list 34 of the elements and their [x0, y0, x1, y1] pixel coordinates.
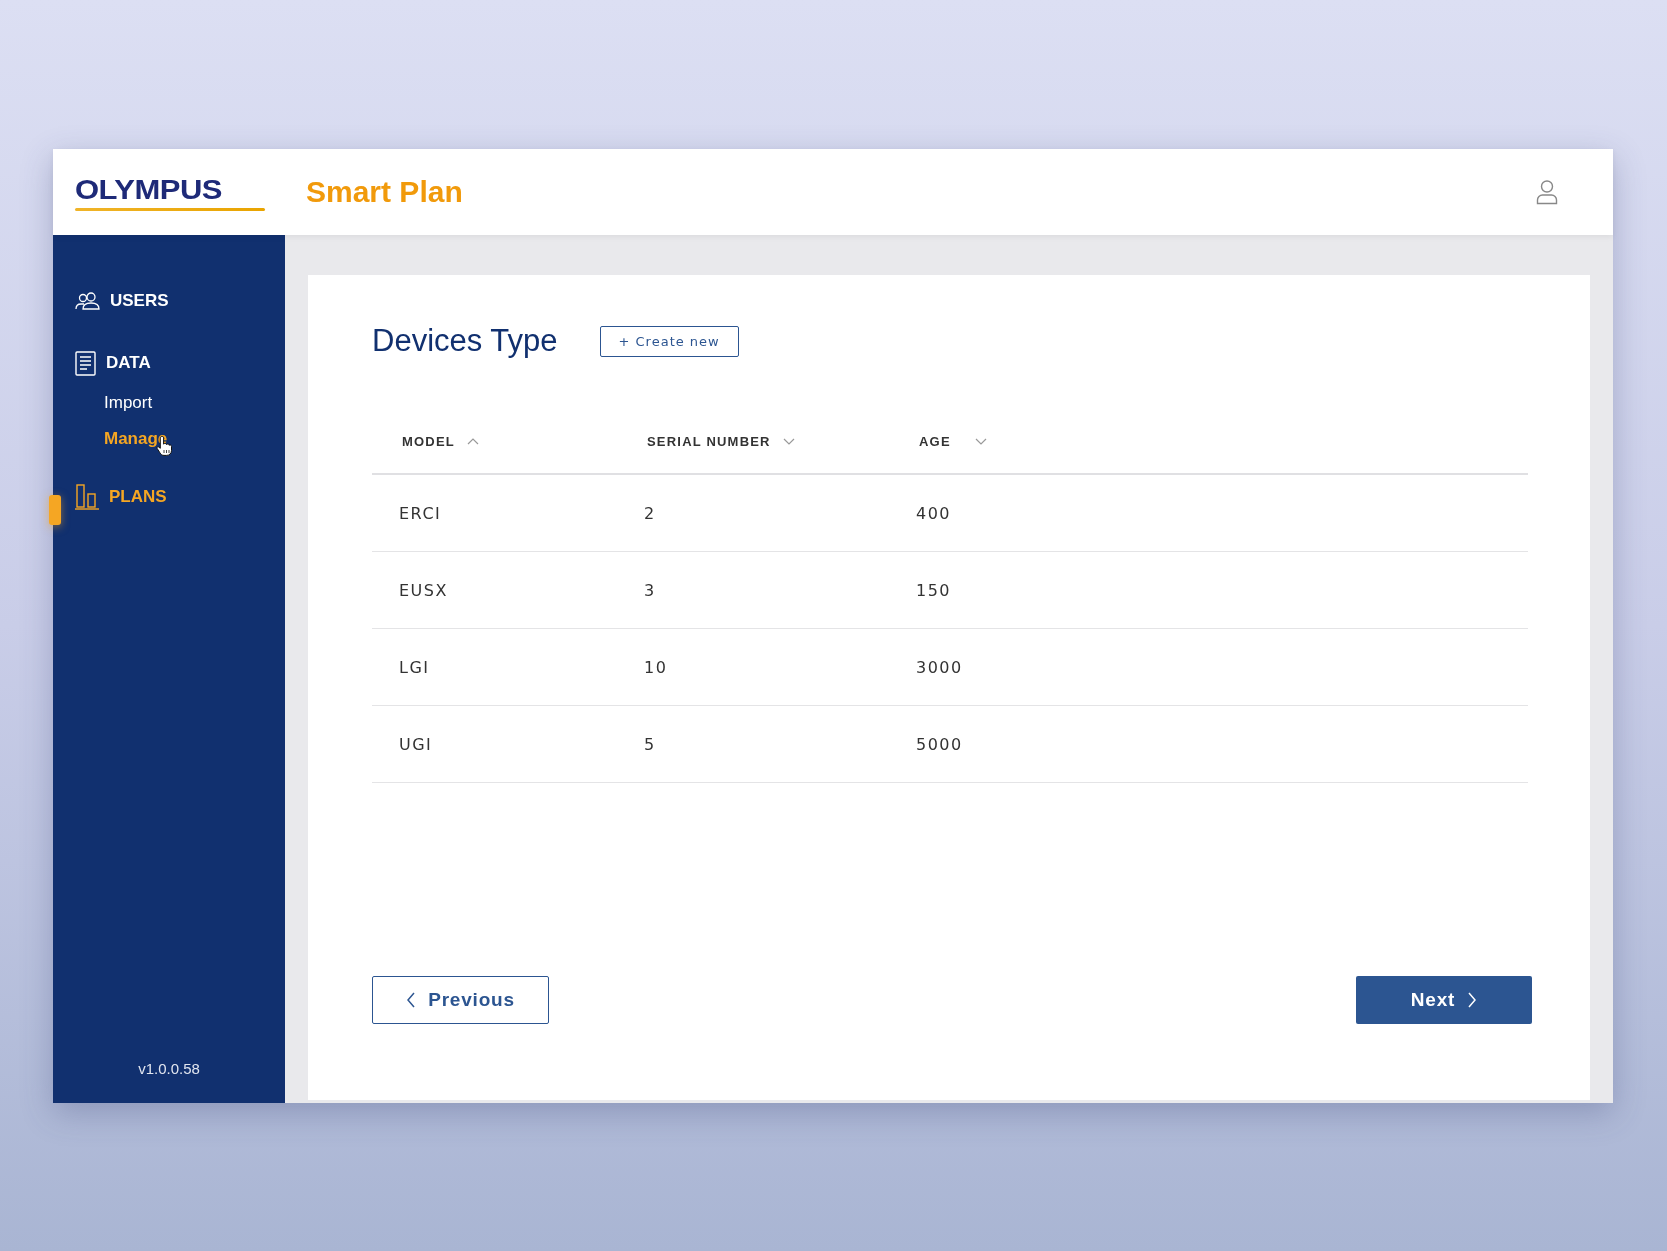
nav-subitem[interactable]: Manage: [104, 429, 168, 449]
create-new-button[interactable]: + Create new: [599, 325, 739, 357]
table-cell-text: 400: [915, 503, 953, 523]
chevron-right-icon: [1467, 992, 1478, 1008]
table-cell-text: EUSX: [398, 580, 449, 600]
table-cell-text: UGI: [398, 734, 434, 754]
table-cell-text: 5: [643, 734, 657, 754]
column-header[interactable]: SERIAL NUMBER: [617, 433, 889, 449]
table-cell-text: 3: [643, 580, 657, 600]
nav-item[interactable]: PLANS: [75, 477, 167, 517]
users-icon: [75, 291, 100, 311]
table-cell-text: LGI: [398, 657, 431, 677]
column-header[interactable]: MODEL: [372, 433, 617, 449]
bar-chart-icon: [75, 484, 99, 510]
nav-item[interactable]: USERS: [75, 281, 169, 321]
version-label: v1.0.0.58: [138, 1060, 200, 1077]
table-cell-text: 2: [643, 503, 657, 523]
table-cell-text: ERCI: [398, 503, 443, 523]
document-icon: [75, 350, 96, 376]
table-cell-text: 3000: [915, 657, 964, 677]
user-icon[interactable]: [1536, 179, 1558, 205]
next-button[interactable]: Next: [1356, 976, 1532, 1024]
chevron-left-icon: [406, 992, 417, 1008]
logo: OLYMPUS: [75, 173, 265, 211]
active-indicator: [49, 495, 61, 525]
table-cell-text: 150: [915, 580, 953, 600]
nav-subitem[interactable]: Import: [104, 393, 153, 413]
table-cell-text: 10: [643, 657, 669, 677]
page-title: Devices Type: [372, 323, 558, 359]
column-header[interactable]: AGE: [889, 433, 1528, 449]
previous-button[interactable]: Previous: [372, 976, 549, 1024]
app-title: Smart Plan: [306, 175, 463, 209]
nav-item[interactable]: DATA: [75, 343, 151, 383]
table-cell-text: 5000: [915, 734, 964, 754]
